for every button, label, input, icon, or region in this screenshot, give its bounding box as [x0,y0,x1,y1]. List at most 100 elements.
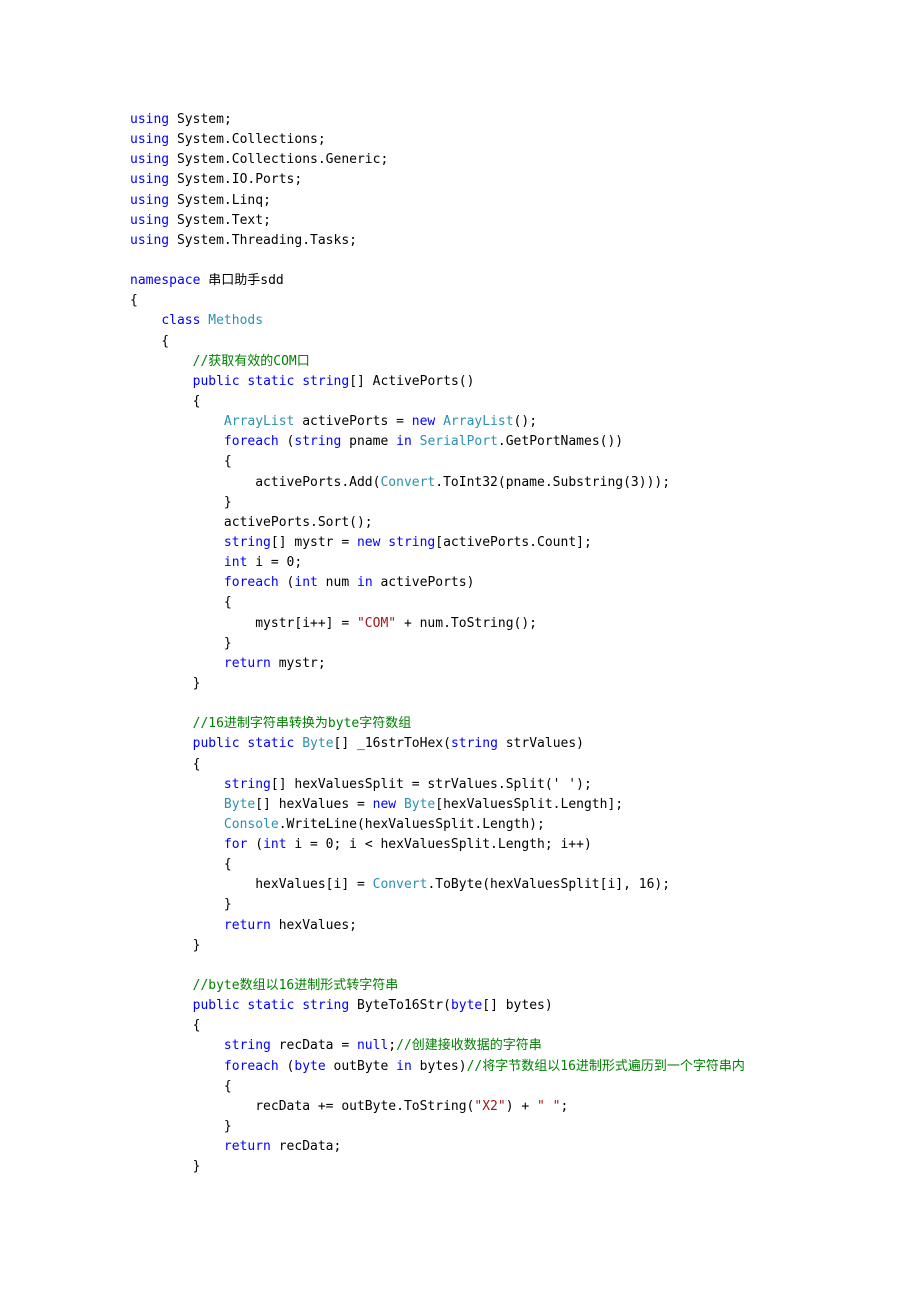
code: recData = [271,1038,357,1053]
type: string [451,736,498,751]
comment: //byte数组以16进制形式转字符串 [193,978,399,993]
code: .ToInt32(pname.Substring(3))); [435,475,670,490]
code: ; [388,1038,396,1053]
ns-ref: System.Collections [177,132,318,147]
code: bytes) [412,1059,467,1074]
code: [] mystr = [271,535,357,550]
ns-ref: System.Text [177,213,263,228]
code: mystr[i++] = [255,616,357,631]
keyword-class: class [161,313,200,328]
namespace-name: 串口助手sdd [208,273,283,288]
keyword-using: using [130,152,169,167]
type: int [224,555,247,570]
type: byte [294,1059,325,1074]
keyword: public [193,998,240,1013]
comment: //获取有效的COM口 [193,354,310,369]
comment: //将字节数组以16进制形式遍历到一个字符串内 [467,1059,745,1074]
comment: //创建接收数据的字符串 [396,1038,542,1053]
keyword: public [193,374,240,389]
keyword-namespace: namespace [130,273,200,288]
type: string [224,535,271,550]
code: (); [514,414,537,429]
code: strValues) [498,736,584,751]
type: string [294,434,341,449]
ns-ref: System.Threading.Tasks [177,233,349,248]
type: string [224,1038,271,1053]
type: Byte [224,797,255,812]
type: Convert [380,475,435,490]
keyword: return [224,656,271,671]
keyword: static [247,374,294,389]
ns-ref: System [177,112,224,127]
code: ByteTo16Str( [349,998,451,1013]
type: Convert [373,877,428,892]
code: i = 0; i < hexValuesSplit.Length; i++) [287,837,592,852]
class-name: Methods [208,313,263,328]
code: activePorts.Add( [255,475,380,490]
keyword: public [193,736,240,751]
type: int [263,837,286,852]
code: [] _16strToHex( [334,736,451,751]
keyword: foreach [224,575,279,590]
type: ArrayList [443,414,513,429]
code: ) + [506,1099,537,1114]
type: string [388,535,435,550]
keyword: foreach [224,1059,279,1074]
keyword: new [357,535,380,550]
type: int [294,575,317,590]
keyword: static [247,998,294,1013]
keyword-using: using [130,172,169,187]
code: num [318,575,357,590]
keyword: in [396,434,412,449]
ns-ref: System.Collections.Generic [177,152,381,167]
keyword: in [357,575,373,590]
code: [hexValuesSplit.Length]; [435,797,623,812]
code: recData += outByte.ToString( [255,1099,474,1114]
type: Byte [302,736,333,751]
keyword-using: using [130,233,169,248]
keyword: for [224,837,247,852]
code: i = 0; [247,555,302,570]
code: + num.ToString(); [396,616,537,631]
keyword-using: using [130,193,169,208]
keyword: new [373,797,396,812]
code: pname [341,434,396,449]
type: Console [224,817,279,832]
code: recData; [271,1139,341,1154]
keyword: static [247,736,294,751]
ns-ref: System.IO.Ports [177,172,294,187]
code-document: using System; using System.Collections; … [0,0,920,1302]
ns-ref: System.Linq [177,193,263,208]
code: [] hexValues = [255,797,372,812]
code: outByte [326,1059,396,1074]
string: "COM" [357,616,396,631]
code: activePorts = [302,414,412,429]
string: " " [537,1099,560,1114]
code: hexValues[i] = [255,877,372,892]
keyword: return [224,918,271,933]
keyword-using: using [130,112,169,127]
code: .GetPortNames()) [498,434,623,449]
type: string [302,374,349,389]
code: [] hexValuesSplit = strValues.Split(' ')… [271,777,592,792]
comment: //16进制字符串转换为byte字符数组 [193,716,412,731]
code: activePorts) [373,575,475,590]
code: mystr; [271,656,326,671]
type: ArrayList [224,414,294,429]
keyword-using: using [130,213,169,228]
type: string [224,777,271,792]
method-name: ActivePorts() [373,374,475,389]
code: hexValues; [271,918,357,933]
code-block: using System; using System.Collections; … [130,110,920,1177]
type: string [302,998,349,1013]
keyword: return [224,1139,271,1154]
keyword: in [396,1059,412,1074]
code: [activePorts.Count]; [435,535,592,550]
code: ; [561,1099,569,1114]
string: "X2" [474,1099,505,1114]
code: .WriteLine(hexValuesSplit.Length); [279,817,545,832]
code: activePorts.Sort(); [224,515,373,530]
keyword-using: using [130,132,169,147]
keyword: null [357,1038,388,1053]
code: .ToByte(hexValuesSplit[i], 16); [427,877,670,892]
